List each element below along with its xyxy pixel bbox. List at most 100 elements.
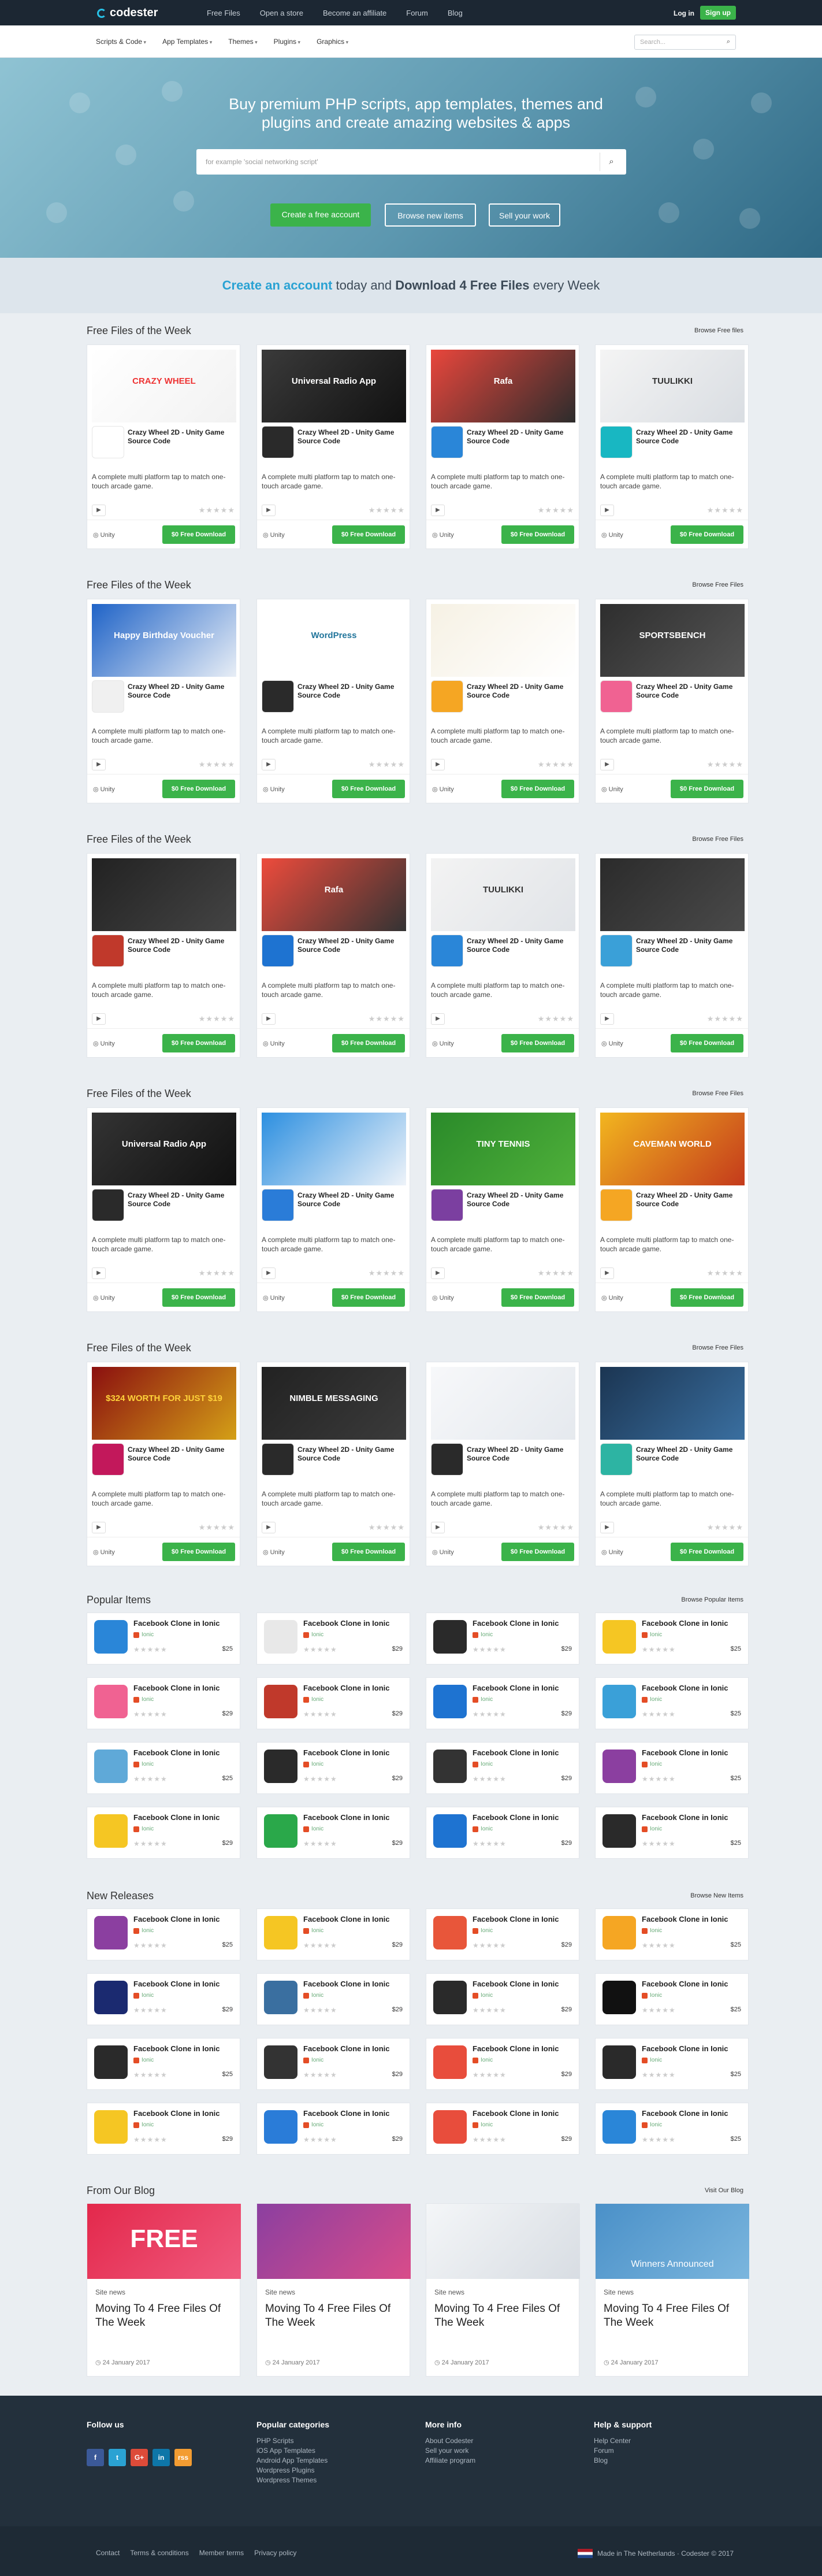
new-release-item-card[interactable]: Facebook Clone in Ionic Ionic ★★★★★ $25 [595,2038,749,2090]
blog-post-image[interactable]: FREE [87,2204,241,2279]
preview-icon[interactable]: ▶ [431,1267,445,1279]
popular-item-card[interactable]: Facebook Clone in Ionic Ionic ★★★★★ $29 [256,1613,410,1665]
footer-link[interactable]: Sell your work [425,2446,475,2456]
item-name[interactable]: Crazy Wheel 2D - Unity Game Source Code [297,1191,405,1209]
twitter-icon[interactable]: t [109,2449,126,2466]
browse-new-link[interactable]: Browse New Items [690,1892,743,1899]
rss-icon[interactable]: rss [174,2449,192,2466]
free-file-card[interactable]: Crazy Wheel 2D - Unity Game Source Code A… [256,1107,410,1312]
free-download-button[interactable]: $0 Free Download [162,780,235,798]
preview-icon[interactable]: ▶ [92,759,106,770]
free-download-button[interactable]: $0 Free Download [501,780,574,798]
item-thumbnail[interactable]: SPORTSBENCH [600,604,745,677]
item-name[interactable]: Facebook Clone in Ionic [303,1748,407,1757]
blog-category[interactable]: Site news [434,2288,464,2296]
popular-item-card[interactable]: Facebook Clone in Ionic Ionic ★★★★★ $29 [256,1807,410,1859]
preview-icon[interactable]: ▶ [600,505,614,516]
footer-link[interactable]: Help Center [594,2436,631,2446]
item-name[interactable]: Facebook Clone in Ionic [642,1684,746,1692]
item-thumbnail[interactable]: WordPress [262,604,406,677]
free-download-button[interactable]: $0 Free Download [332,780,405,798]
free-file-card[interactable]: WordPress Crazy Wheel 2D - Unity Game Sou… [256,599,410,803]
item-name[interactable]: Facebook Clone in Ionic [473,1619,576,1628]
item-name[interactable]: Facebook Clone in Ionic [473,2044,576,2053]
free-file-card[interactable]: TUULIKKI Crazy Wheel 2D - Unity Game Sour… [426,853,579,1058]
blog-category[interactable]: Site news [604,2288,634,2296]
member-terms-link[interactable]: Member terms [199,2549,244,2557]
item-name[interactable]: Facebook Clone in Ionic [642,1980,746,1988]
item-name[interactable]: Crazy Wheel 2D - Unity Game Source Code [467,428,574,446]
menu-themes[interactable]: Themes [228,38,257,46]
create-account-button[interactable]: Create a free account [270,203,371,227]
preview-icon[interactable]: ▶ [262,505,276,516]
hero-search-icon[interactable]: ⌕ [600,153,623,171]
popular-item-card[interactable]: Facebook Clone in Ionic Ionic ★★★★★ $29 [426,1677,579,1729]
item-thumbnail[interactable]: Happy Birthday Voucher [92,604,236,677]
free-file-card[interactable]: Crazy Wheel 2D - Unity Game Source Code A… [426,1362,579,1566]
item-thumbnail[interactable]: Rafa [262,858,406,931]
free-file-card[interactable]: Rafa Crazy Wheel 2D - Unity Game Source C… [256,853,410,1058]
free-download-button[interactable]: $0 Free Download [501,1034,574,1052]
popular-item-card[interactable]: Facebook Clone in Ionic Ionic ★★★★★ $25 [595,1742,749,1794]
free-download-button[interactable]: $0 Free Download [671,1034,743,1052]
footer-link[interactable]: About Codester [425,2436,475,2446]
new-release-item-card[interactable]: Facebook Clone in Ionic Ionic ★★★★★ $25 [595,1908,749,1960]
blog-post-title[interactable]: Moving To 4 Free Files Of The Week [265,2302,404,2330]
item-name[interactable]: Facebook Clone in Ionic [642,1915,746,1923]
free-file-card[interactable]: Universal Radio App Crazy Wheel 2D - Unit… [87,1107,240,1312]
preview-icon[interactable]: ▶ [92,1522,106,1533]
browse-free-link[interactable]: Browse Free files [694,327,743,334]
blog-post-card[interactable]: Site news Moving To 4 Free Files Of The W… [426,2203,580,2377]
new-release-item-card[interactable]: Facebook Clone in Ionic Ionic ★★★★★ $25 [87,1908,240,1960]
item-thumbnail[interactable]: CAVEMAN WORLD [600,1113,745,1185]
item-name[interactable]: Facebook Clone in Ionic [642,2109,746,2118]
free-download-button[interactable]: $0 Free Download [671,525,743,544]
new-release-item-card[interactable]: Facebook Clone in Ionic Ionic ★★★★★ $25 [595,1973,749,2025]
browse-free-link[interactable]: Browse Free Files [692,836,743,843]
free-download-button[interactable]: $0 Free Download [162,525,235,544]
free-file-card[interactable]: SPORTSBENCH Crazy Wheel 2D - Unity Game S… [595,599,749,803]
free-file-card[interactable]: CAVEMAN WORLD Crazy Wheel 2D - Unity Game… [595,1107,749,1312]
free-file-card[interactable]: TUULIKKI Crazy Wheel 2D - Unity Game Sour… [595,344,749,549]
footer-link[interactable]: Forum [594,2446,631,2456]
item-name[interactable]: Facebook Clone in Ionic [473,1980,576,1988]
item-name[interactable]: Crazy Wheel 2D - Unity Game Source Code [297,1445,405,1463]
item-name[interactable]: Facebook Clone in Ionic [133,1748,237,1757]
blog-post-image[interactable] [426,2204,580,2279]
item-name[interactable]: Facebook Clone in Ionic [133,1980,237,1988]
blog-post-image[interactable] [257,2204,411,2279]
popular-item-card[interactable]: Facebook Clone in Ionic Ionic ★★★★★ $29 [87,1677,240,1729]
nav-free-files[interactable]: Free Files [207,9,240,17]
item-thumbnail[interactable]: $324 WORTH FOR JUST $19 [92,1367,236,1440]
browse-new-button[interactable]: Browse new items [385,203,476,227]
free-file-card[interactable]: NIMBLE MESSAGING Crazy Wheel 2D - Unity G… [256,1362,410,1566]
visit-blog-link[interactable]: Visit Our Blog [705,2187,743,2194]
popular-item-card[interactable]: Facebook Clone in Ionic Ionic ★★★★★ $29 [426,1613,579,1665]
new-release-item-card[interactable]: Facebook Clone in Ionic Ionic ★★★★★ $25 [87,2038,240,2090]
item-name[interactable]: Facebook Clone in Ionic [303,1813,407,1822]
item-name[interactable]: Facebook Clone in Ionic [133,2044,237,2053]
free-download-button[interactable]: $0 Free Download [162,1288,235,1307]
footer-link[interactable]: PHP Scripts [256,2436,328,2446]
preview-icon[interactable]: ▶ [92,1013,106,1025]
preview-icon[interactable]: ▶ [600,1013,614,1025]
free-download-button[interactable]: $0 Free Download [501,1288,574,1307]
promo-create-account-link[interactable]: Create an account [222,278,333,292]
menu-app-templates[interactable]: App Templates [162,38,212,46]
item-name[interactable]: Crazy Wheel 2D - Unity Game Source Code [467,683,574,700]
free-file-card[interactable]: $324 WORTH FOR JUST $19 Crazy Wheel 2D - … [87,1362,240,1566]
free-file-card[interactable]: Universal Radio App Crazy Wheel 2D - Unit… [256,344,410,549]
contact-link[interactable]: Contact [96,2549,120,2557]
hero-search-input[interactable]: for example 'social networking script' ⌕ [196,149,626,175]
item-thumbnail[interactable]: TINY TENNIS [431,1113,575,1185]
nav-open-store[interactable]: Open a store [260,9,303,17]
menu-graphics[interactable]: Graphics [317,38,348,46]
blog-category[interactable]: Site news [95,2288,125,2296]
search-icon[interactable]: ⌕ [727,38,730,46]
popular-item-card[interactable]: Facebook Clone in Ionic Ionic ★★★★★ $25 [87,1742,240,1794]
new-release-item-card[interactable]: Facebook Clone in Ionic Ionic ★★★★★ $29 [256,2103,410,2155]
item-name[interactable]: Crazy Wheel 2D - Unity Game Source Code [128,1445,235,1463]
footer-link[interactable]: Blog [594,2456,631,2466]
new-release-item-card[interactable]: Facebook Clone in Ionic Ionic ★★★★★ $25 [595,2103,749,2155]
nav-affiliate[interactable]: Become an affiliate [323,9,386,17]
